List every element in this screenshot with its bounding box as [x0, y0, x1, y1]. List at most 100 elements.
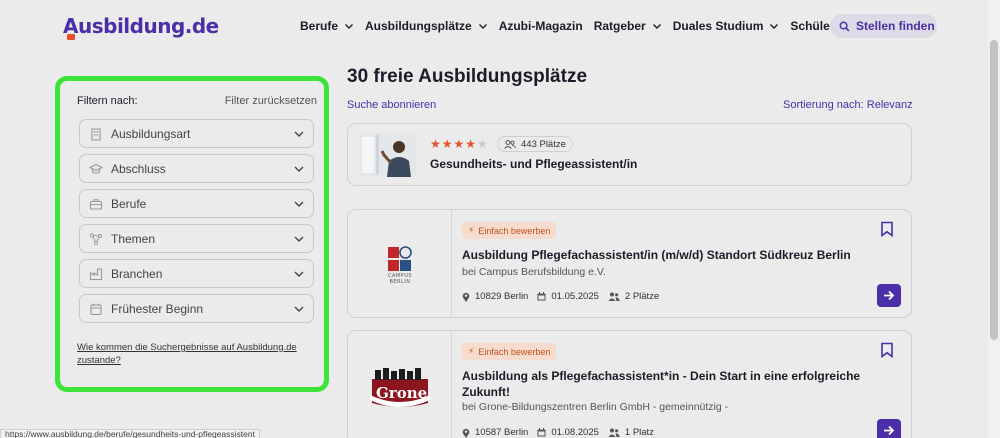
users-icon — [504, 139, 516, 149]
logo-mark — [67, 34, 75, 40]
start-date: 01.05.2025 — [537, 291, 599, 302]
filter-label: Berufe — [111, 196, 147, 211]
job-title[interactable]: Ausbildung Pflegefachassistent/in (m/w/d… — [462, 247, 872, 263]
chevron-down-icon — [294, 306, 304, 312]
featured-title: Gesundheits- und Pflegeassistent/in — [430, 157, 638, 171]
nav-item-label: Duales Studium — [672, 19, 764, 33]
calendar-icon — [537, 292, 546, 301]
job-meta: 10587 Berlin 01.08.2025 1 Platz — [462, 427, 663, 438]
filter-panel: Filtern nach: Filter zurücksetzen Ausbil… — [55, 76, 329, 392]
company-name: bei Grone-Bildungszentren Berlin GmbH - … — [462, 401, 729, 413]
filter-label: Branchen — [111, 266, 163, 281]
easy-apply-badge: ⚡ Einfach bewerben — [462, 343, 557, 360]
find-jobs-button[interactable]: Stellen finden — [830, 14, 937, 38]
star-icon: ★ — [441, 137, 453, 151]
company-name: bei Campus Berufsbildung e.V. — [462, 266, 606, 278]
places-text: 2 Plätze — [624, 291, 660, 302]
filter-ausbildungsart[interactable]: Ausbildungsart — [79, 119, 314, 148]
chevron-down-icon — [294, 271, 304, 277]
site-logo[interactable]: Ausbildung.de — [63, 14, 219, 38]
badge-label: Einfach bewerben — [478, 346, 551, 357]
chevron-down-icon — [478, 24, 487, 29]
filter-label: Frühester Beginn — [111, 301, 204, 316]
chevron-down-icon — [294, 131, 304, 137]
chevron-down-icon — [770, 24, 779, 29]
browser-status-bar: https://www.ausbildung.de/berufe/gesundh… — [0, 429, 260, 438]
date-text: 01.08.2025 — [551, 427, 599, 438]
location: 10829 Berlin — [462, 291, 528, 302]
filter-themen[interactable]: Themen — [79, 224, 314, 253]
filter-label: Abschluss — [111, 161, 166, 176]
job-meta: 10829 Berlin 01.05.2025 2 Plätze — [462, 291, 668, 302]
easy-apply-badge: ⚡ Einfach bewerben — [462, 222, 557, 239]
bookmark-icon[interactable] — [880, 342, 894, 358]
chevron-down-icon — [294, 201, 304, 207]
company-logo-campus-berlin: CAMPUS BERLIN — [348, 210, 452, 317]
filter-heading: Filtern nach: — [77, 95, 138, 107]
nav-item-label: Berufe — [300, 19, 339, 33]
bookmark-icon[interactable] — [880, 221, 894, 237]
filter-header: Filtern nach: Filter zurücksetzen — [77, 95, 317, 107]
rating-stars: ★ ★ ★ ★ ★ — [430, 138, 489, 150]
location: 10587 Berlin — [462, 427, 528, 438]
location-pin-icon — [462, 428, 470, 438]
start-date: 01.08.2025 — [537, 427, 599, 438]
job-title[interactable]: Ausbildung als Pflegefachassistent*in - … — [462, 368, 872, 400]
scrollbar-thumb[interactable] — [990, 40, 998, 340]
filter-label: Ausbildungsart — [111, 126, 191, 141]
profession-photo — [360, 133, 416, 177]
building-icon — [91, 127, 101, 141]
filter-abschluss[interactable]: Abschluss — [79, 154, 314, 183]
logo-wordmark: Grone — [376, 384, 428, 402]
nav-item-duales-studium[interactable]: Duales Studium — [673, 19, 780, 33]
industry-icon — [89, 267, 103, 280]
star-icon: ★ — [430, 137, 441, 151]
nav-item-ausbildungsplaetze[interactable]: Ausbildungsplätze — [365, 19, 488, 33]
calendar-icon — [537, 428, 546, 437]
subscribe-search-link[interactable]: Suche abonnieren — [347, 99, 436, 111]
calendar-icon — [90, 303, 102, 315]
location-text: 10829 Berlin — [475, 291, 529, 302]
sort-dropdown[interactable]: Sortierung nach: Relevanz — [783, 99, 913, 111]
main-nav: Berufe Ausbildungsplätze Azubi-Magazin R… — [300, 13, 903, 39]
chevron-down-icon — [294, 166, 304, 172]
results-title: 30 freie Ausbildungsplätze — [347, 66, 588, 87]
topics-icon — [89, 232, 103, 245]
graduation-cap-icon — [89, 163, 103, 174]
users-icon — [608, 292, 620, 301]
filter-reset-link[interactable]: Filter zurücksetzen — [225, 95, 317, 107]
nav-item-ratgeber[interactable]: Ratgeber — [594, 19, 662, 33]
places-count: 443 Plätze — [521, 138, 566, 150]
users-icon — [608, 428, 620, 437]
find-jobs-label: Stellen finden — [856, 19, 935, 33]
filter-label: Themen — [111, 231, 156, 246]
nav-item-berufe[interactable]: Berufe — [300, 19, 354, 33]
filter-berufe[interactable]: Berufe — [79, 189, 314, 218]
arrow-right-icon — [884, 290, 895, 301]
bolt-icon: ⚡ — [468, 225, 475, 236]
chevron-down-icon — [345, 24, 354, 29]
places: 2 Plätze — [608, 291, 659, 302]
job-card[interactable]: Grone ⚡ Einfach bewerben Ausbildung als … — [347, 330, 912, 438]
nav-item-label: Ratgeber — [593, 19, 646, 33]
open-job-button[interactable] — [877, 284, 901, 307]
company-logo-grone: Grone — [348, 331, 452, 438]
filter-fruehester-beginn[interactable]: Frühester Beginn — [79, 294, 314, 323]
job-card[interactable]: CAMPUS BERLIN ⚡ Einfach bewerben Ausbild… — [347, 209, 912, 318]
nav-item-label: Ausbildungsplätze — [365, 19, 472, 33]
logo-wordmark: CAMPUS BERLIN — [387, 273, 413, 285]
search-icon — [839, 21, 850, 31]
briefcase-icon — [89, 198, 103, 210]
location-text: 10587 Berlin — [475, 427, 529, 438]
open-job-button[interactable] — [877, 419, 901, 438]
search-results-info-link[interactable]: Wie kommen die Suchergebnisse auf Ausbil… — [77, 341, 317, 367]
featured-profession-card[interactable]: ★ ★ ★ ★ ★ 443 Plätze Gesundheits- und Pflege… — [347, 123, 912, 186]
chevron-down-icon — [652, 24, 661, 29]
star-icon: ★ — [465, 137, 477, 151]
places-text: 1 Platz — [624, 427, 654, 438]
arrow-right-icon — [884, 425, 895, 436]
filter-branchen[interactable]: Branchen — [79, 259, 314, 288]
nav-item-azubi-magazin[interactable]: Azubi-Magazin — [499, 19, 583, 33]
places-count-badge: 443 Plätze — [497, 136, 573, 152]
bolt-icon: ⚡ — [468, 346, 475, 357]
